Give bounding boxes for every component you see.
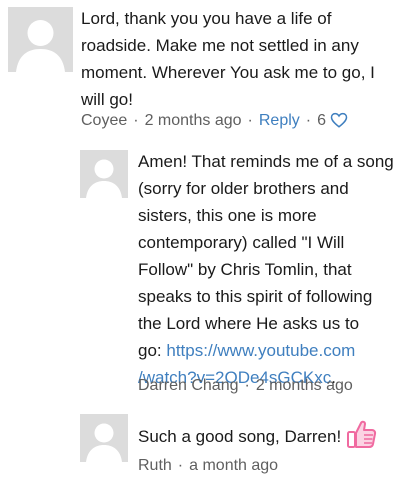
separator: ·: [133, 112, 139, 129]
comment-text: Such a good song, Darren!: [138, 418, 413, 450]
avatar[interactable]: [80, 414, 128, 462]
default-avatar-icon: [80, 414, 128, 462]
comment-body: Amen! That reminds me of a song (sorry f…: [138, 152, 394, 360]
comment-text: Lord, thank you you have a life of roads…: [81, 9, 375, 109]
like-count: 6: [317, 112, 326, 129]
separator: ·: [305, 112, 312, 129]
reply-button[interactable]: Reply: [259, 112, 300, 129]
comment-meta: Darren Chang · 2 months ago: [138, 375, 353, 397]
default-avatar-icon: [80, 150, 128, 198]
heart-outline-icon[interactable]: [330, 112, 348, 128]
default-avatar-icon: [8, 7, 73, 72]
comment-body: Such a good song, Darren!: [138, 427, 342, 446]
avatar[interactable]: [8, 7, 73, 72]
comment-time[interactable]: 2 months ago: [145, 112, 242, 129]
comment-author[interactable]: Ruth: [138, 457, 172, 474]
comment-text: Amen! That reminds me of a song (sorry f…: [138, 148, 413, 391]
separator: ·: [177, 457, 184, 474]
comment-time[interactable]: 2 months ago: [256, 377, 353, 394]
comment-time[interactable]: a month ago: [189, 457, 278, 474]
avatar[interactable]: [80, 150, 128, 198]
separator: ·: [244, 377, 250, 394]
comment-meta: Coyee · 2 months ago · Reply · 6: [81, 110, 348, 132]
comment-author[interactable]: Darren Chang: [138, 377, 239, 394]
comment-author[interactable]: Coyee: [81, 112, 127, 129]
thumbs-up-icon: [347, 420, 377, 448]
separator: ·: [247, 112, 253, 129]
comment-meta: Ruth · a month ago: [138, 455, 278, 477]
